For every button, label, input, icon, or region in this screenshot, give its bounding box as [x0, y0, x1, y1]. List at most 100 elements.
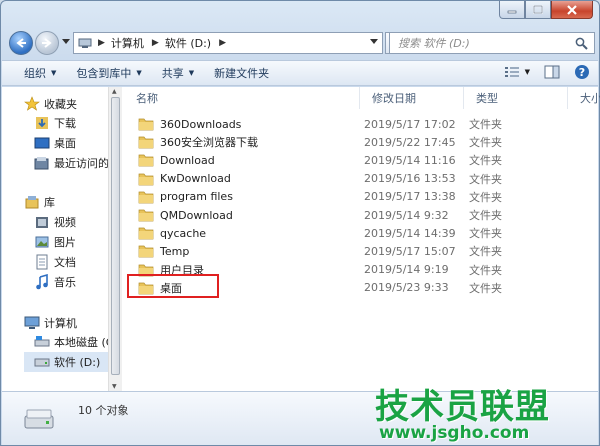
command-bar: 组织 ▼ 包含到库中 ▼ 共享 ▼ 新建文件夹 ▼ ?: [2, 60, 598, 86]
help-button[interactable]: ?: [574, 64, 590, 80]
minimize-icon: [507, 10, 517, 13]
library-icon: [25, 196, 39, 209]
close-button[interactable]: [551, 1, 593, 19]
column-name[interactable]: 名称: [124, 87, 360, 109]
file-name: program files: [138, 190, 233, 204]
file-name-text: Download: [160, 153, 215, 167]
file-name: KwDownload: [138, 172, 231, 186]
close-icon: [567, 4, 577, 15]
nav-drive-d-label: 软件 (D:): [54, 356, 101, 369]
file-row[interactable]: Download 2019/5/14 11:16 文件夹: [128, 151, 594, 169]
nav-downloads[interactable]: 下载: [34, 113, 108, 133]
chevron-down-icon[interactable]: ▼: [525, 68, 530, 76]
new-folder-label: 新建文件夹: [214, 67, 270, 80]
navigation-scrollbar[interactable]: ▲ ▼: [108, 87, 122, 391]
file-row[interactable]: qycache 2019/5/14 14:39 文件夹: [128, 224, 594, 242]
nav-desktop[interactable]: 桌面: [34, 133, 108, 153]
video-library-icon: [36, 217, 48, 228]
nav-computer[interactable]: 计算机: [24, 313, 108, 333]
file-row[interactable]: Temp 2019/5/17 15:07 文件夹: [128, 242, 594, 260]
preview-pane-button[interactable]: [544, 65, 560, 79]
nav-desktop-label: 桌面: [54, 137, 76, 150]
chevron-down-icon: ▼: [51, 69, 57, 77]
folder-icon: [138, 246, 154, 258]
column-size[interactable]: 大小: [568, 87, 600, 109]
watermark-url: www.jsgho.com: [379, 423, 530, 443]
address-history-dropdown-icon[interactable]: [370, 39, 378, 45]
folder-icon: [138, 118, 154, 131]
share-label: 共享: [161, 67, 184, 80]
nav-libraries-label: 库: [44, 196, 55, 209]
address-separator-icon[interactable]: ▶: [98, 38, 105, 48]
file-row[interactable]: 360Downloads 2019/5/17 17:02 文件夹: [128, 115, 594, 133]
hard-drive-icon: [34, 358, 50, 367]
breadcrumb-drive-d[interactable]: 软件 (D:): [165, 35, 211, 51]
new-folder-button[interactable]: 新建文件夹: [214, 65, 269, 81]
folder-icon: [138, 136, 154, 149]
include-in-library-menu[interactable]: 包含到库中 ▼: [76, 65, 141, 81]
desktop-icon: [34, 137, 50, 149]
minimize-button[interactable]: [499, 1, 525, 19]
breadcrumb-computer[interactable]: 计算机: [111, 35, 144, 51]
recent-places-icon: [34, 157, 49, 170]
file-name: 360Downloads: [138, 117, 241, 131]
folder-icon: [138, 173, 154, 185]
nav-documents[interactable]: 文档: [34, 252, 108, 272]
file-row[interactable]: KwDownload 2019/5/16 13:53 文件夹: [128, 170, 594, 188]
address-separator-icon[interactable]: ▶: [219, 38, 226, 48]
scroll-down-icon[interactable]: ▼: [112, 383, 117, 390]
file-name: Temp: [138, 244, 189, 258]
system-drive-icon: [34, 336, 50, 347]
nav-videos-label: 视频: [54, 216, 76, 229]
star-icon: [24, 96, 40, 111]
file-list: 名称 修改日期 类型 大小 360Downloads 2019/5/17 17:0…: [124, 87, 600, 391]
file-name: 360安全浏览器下载: [138, 134, 258, 150]
nav-drive-d[interactable]: 软件 (D:): [24, 352, 108, 372]
preview-pane-icon: [544, 65, 560, 79]
file-date: 2019/5/14 11:16: [364, 153, 456, 167]
file-row[interactable]: program files 2019/5/17 13:38 文件夹: [128, 188, 594, 206]
scroll-up-icon[interactable]: ▲: [112, 88, 117, 95]
column-date-label: 修改日期: [372, 92, 416, 105]
nav-libraries[interactable]: 库: [24, 192, 108, 212]
nav-downloads-label: 下载: [54, 117, 76, 130]
nav-music[interactable]: 音乐: [34, 272, 108, 292]
file-date: 2019/5/14 9:32: [364, 208, 449, 222]
nav-recent[interactable]: 最近访问的: [34, 153, 108, 173]
computer-icon: [78, 38, 92, 48]
back-arrow-icon: [16, 38, 26, 48]
documents-library-icon: [36, 254, 48, 270]
column-name-label: 名称: [136, 92, 158, 105]
address-bar[interactable]: ▶ 计算机 ▶ 软件 (D:) ▶: [73, 32, 383, 54]
address-separator-icon[interactable]: ▶: [152, 38, 159, 48]
nav-favorites[interactable]: 收藏夹: [24, 94, 108, 114]
file-name-text: Temp: [160, 244, 190, 258]
nav-favorites-label: 收藏夹: [44, 98, 77, 111]
nav-drive-c[interactable]: 本地磁盘 (C: [34, 332, 108, 352]
file-row[interactable]: 360安全浏览器下载 2019/5/22 17:45 文件夹: [128, 133, 594, 151]
change-view-button[interactable]: ▼: [504, 65, 530, 79]
file-type: 文件夹: [469, 154, 502, 168]
file-type: 文件夹: [469, 118, 502, 131]
file-date: 2019/5/22 17:45: [364, 135, 456, 149]
maximize-button[interactable]: [525, 1, 551, 19]
nav-pictures-label: 图片: [54, 236, 76, 249]
back-button[interactable]: [9, 31, 33, 55]
organize-menu[interactable]: 组织 ▼: [24, 65, 56, 81]
file-date: 2019/5/17 13:38: [364, 190, 456, 204]
nav-pictures[interactable]: 图片: [34, 232, 108, 252]
column-type[interactable]: 类型: [464, 87, 568, 109]
share-menu[interactable]: 共享 ▼: [162, 65, 194, 81]
file-date: 2019/5/14 9:19: [364, 263, 449, 277]
recent-pages-dropdown-icon[interactable]: [62, 39, 70, 45]
file-row[interactable]: QMDownload 2019/5/14 9:32 文件夹: [128, 206, 594, 224]
scrollbar-thumb[interactable]: [111, 97, 120, 375]
forward-button[interactable]: [35, 31, 59, 55]
search-icon[interactable]: [575, 37, 588, 50]
search-input[interactable]: 搜索 软件 (D:): [389, 32, 595, 54]
search-placeholder: 搜索 软件 (D:): [398, 37, 470, 50]
nav-computer-label: 计算机: [44, 317, 77, 330]
organize-label: 组织: [24, 67, 46, 80]
nav-videos[interactable]: 视频: [34, 212, 108, 232]
column-date-modified[interactable]: 修改日期: [360, 87, 464, 109]
